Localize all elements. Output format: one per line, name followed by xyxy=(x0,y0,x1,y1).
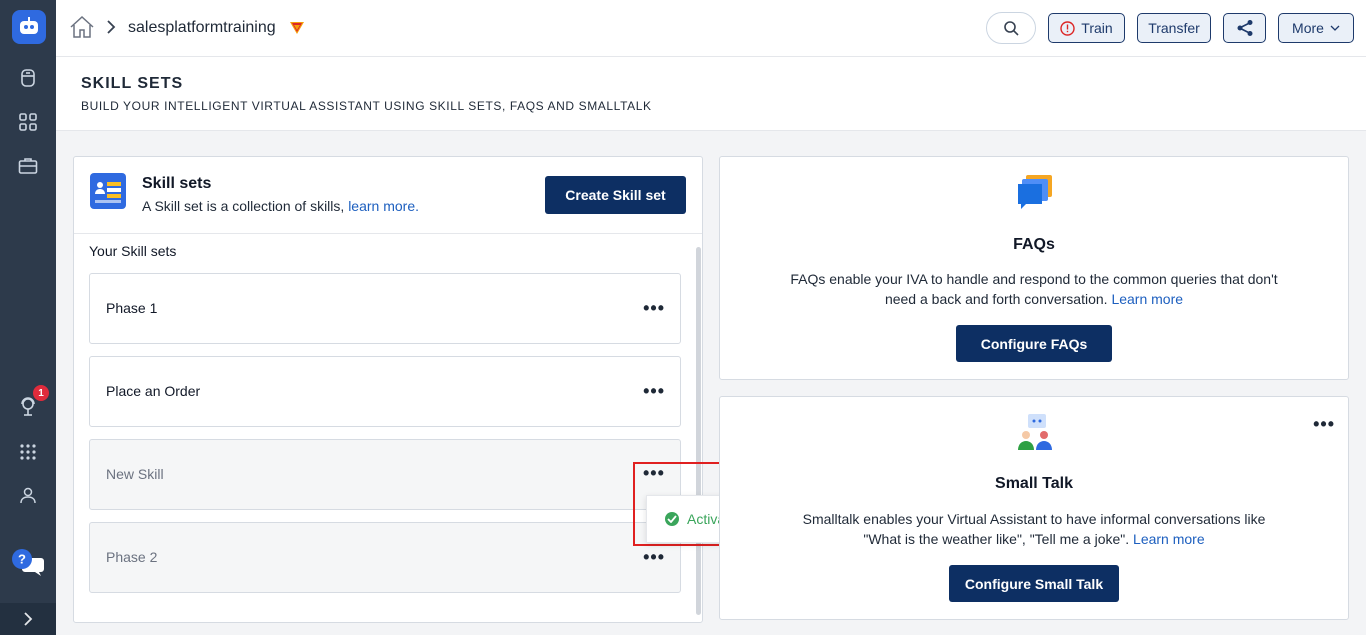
small-talk-panel: ••• Small Talk Smalltalk enables your Vi… xyxy=(719,396,1349,620)
train-button[interactable]: Train xyxy=(1048,13,1125,43)
left-nav-rail: 1 ? xyxy=(0,0,56,635)
apps-grid-icon[interactable] xyxy=(16,110,40,134)
page-heading: SKILL SETS BUILD YOUR INTELLIGENT VIRTUA… xyxy=(56,57,1366,131)
user-profile-icon[interactable] xyxy=(16,483,40,507)
search-button[interactable] xyxy=(986,12,1036,44)
skill-sets-learn-more-link[interactable]: learn more. xyxy=(348,198,419,214)
home-icon[interactable] xyxy=(68,14,96,42)
skill-sets-description: A Skill set is a collection of skills, l… xyxy=(142,198,419,214)
help-chat-icon[interactable]: ? xyxy=(10,545,46,581)
skill-set-card[interactable]: Place an Order ••• xyxy=(89,356,681,427)
faqs-learn-more-link[interactable]: Learn more xyxy=(1111,291,1183,307)
faqs-description-line: need a back and forth conversation. xyxy=(884,291,1108,307)
small-talk-description-line: "What is the weather like", "Tell me a j… xyxy=(863,531,1130,547)
chevron-right-icon xyxy=(106,19,116,40)
skill-set-name: New Skill xyxy=(106,466,164,482)
superhero-badge-icon xyxy=(289,21,305,40)
check-circle-icon xyxy=(665,512,679,526)
train-label: Train xyxy=(1081,20,1113,36)
faqs-title: FAQs xyxy=(1013,236,1055,253)
small-talk-learn-more-link[interactable]: Learn more xyxy=(1133,531,1205,547)
small-talk-description: Smalltalk enables your Virtual Assistant… xyxy=(780,509,1288,549)
transfer-button[interactable]: Transfer xyxy=(1137,13,1211,43)
faqs-description: FAQs enable your IVA to handle and respo… xyxy=(780,269,1288,309)
faqs-description-line: FAQs enable your IVA to handle and respo… xyxy=(790,271,1278,287)
skill-sets-description-text: A Skill set is a collection of skills, xyxy=(142,198,345,214)
share-button[interactable] xyxy=(1223,13,1266,43)
your-skill-sets-heading: Your Skill sets xyxy=(89,243,177,259)
bot-name[interactable]: salesplatformtraining xyxy=(128,19,276,37)
small-talk-people-icon xyxy=(1016,413,1054,456)
more-label: More xyxy=(1292,20,1324,36)
skill-set-card[interactable]: Phase 1 ••• xyxy=(89,273,681,344)
more-options-icon[interactable]: ••• xyxy=(643,464,665,482)
skill-list-scrollbar[interactable] xyxy=(696,247,701,615)
skill-sets-panel: Skill sets A Skill set is a collection o… xyxy=(73,156,703,623)
create-skill-set-button[interactable]: Create Skill set xyxy=(545,176,686,214)
skill-set-card[interactable]: New Skill xyxy=(89,439,681,510)
transfer-label: Transfer xyxy=(1148,20,1200,36)
faqs-panel: FAQs FAQs enable your IVA to handle and … xyxy=(719,156,1349,380)
search-icon xyxy=(1004,21,1019,36)
warning-icon xyxy=(1060,20,1075,36)
database-icon[interactable] xyxy=(16,66,40,90)
small-talk-title: Small Talk xyxy=(995,475,1073,492)
skill-sets-header: Skill sets A Skill set is a collection o… xyxy=(74,157,702,234)
more-button[interactable]: More xyxy=(1278,13,1354,43)
small-talk-description-line: Smalltalk enables your Virtual Assistant… xyxy=(802,511,1266,527)
app-launcher-icon[interactable] xyxy=(16,440,40,464)
configure-faqs-button[interactable]: Configure FAQs xyxy=(956,325,1112,362)
skill-set-name: Place an Order xyxy=(106,383,201,399)
more-options-icon[interactable]: ••• xyxy=(643,548,665,566)
briefcase-icon[interactable] xyxy=(16,154,40,178)
top-header: salesplatformtraining Train Transfer Mor… xyxy=(56,0,1366,57)
more-options-icon[interactable]: ••• xyxy=(643,299,665,317)
configure-small-talk-button[interactable]: Configure Small Talk xyxy=(949,565,1119,602)
faq-chat-icon xyxy=(1016,173,1054,216)
more-options-icon[interactable]: ••• xyxy=(643,382,665,400)
share-icon xyxy=(1237,20,1252,36)
skill-set-card[interactable]: Phase 2 ••• xyxy=(89,522,681,593)
chevron-down-icon xyxy=(1330,25,1340,31)
page-subtitle: BUILD YOUR INTELLIGENT VIRTUAL ASSISTANT… xyxy=(81,99,652,113)
skill-set-icon xyxy=(90,173,126,209)
more-options-icon[interactable]: ••• xyxy=(1313,415,1335,433)
skill-set-name: Phase 1 xyxy=(106,300,158,316)
svg-text:?: ? xyxy=(18,552,26,567)
skill-sets-title: Skill sets xyxy=(142,175,212,192)
skill-set-name: Phase 2 xyxy=(106,549,158,565)
chevron-right-icon xyxy=(24,612,33,626)
notification-badge: 1 xyxy=(33,385,49,401)
expand-rail-button[interactable] xyxy=(0,603,56,635)
page-title: SKILL SETS xyxy=(81,75,184,92)
bot-logo-icon[interactable] xyxy=(12,10,46,44)
